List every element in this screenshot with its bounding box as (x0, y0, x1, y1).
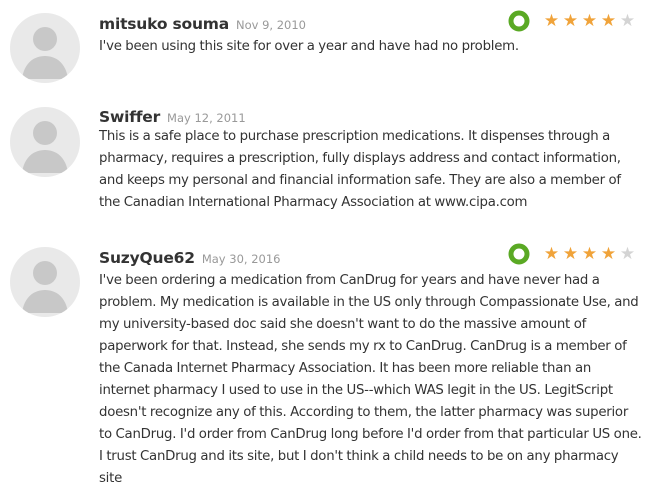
review-item: Swiffer May 12, 2011 This is a safe place… (0, 107, 655, 217)
review-item: SuzyQue62 May 30, 2016 I've been ordering… (0, 243, 655, 493)
star-icon: ★ (581, 244, 598, 264)
review-text: I've been using this site for over a yea… (99, 39, 519, 54)
review-author[interactable]: SuzyQue62 (99, 249, 195, 267)
star-icon: ★ (562, 244, 579, 264)
star-icon: ★ (600, 244, 617, 264)
review-text: This is a safe place to purchase prescri… (99, 129, 621, 210)
star-icon: ★ (619, 11, 636, 31)
review-rating: ★ ★ ★ ★ ★ (508, 243, 637, 265)
default-avatar-icon[interactable] (10, 107, 80, 177)
review-rating: ★ ★ ★ ★ ★ (508, 10, 637, 32)
star-icon: ★ (581, 11, 598, 31)
review-date: Nov 9, 2010 (236, 18, 306, 32)
star-icon: ★ (619, 244, 636, 264)
review-author[interactable]: mitsuko souma (99, 15, 229, 33)
star-icon: ★ (543, 11, 560, 31)
star-icon: ★ (562, 11, 579, 31)
star-icon: ★ (543, 244, 560, 264)
star-icon: ★ (600, 11, 617, 31)
review-date: May 12, 2011 (167, 111, 246, 125)
green-ring-icon (508, 243, 530, 265)
green-ring-icon (508, 10, 530, 32)
review-date: May 30, 2016 (201, 252, 281, 266)
default-avatar-icon[interactable] (10, 13, 80, 83)
review-author[interactable]: Swiffer (99, 108, 160, 126)
review-text: I've been ordering a medication from Can… (99, 273, 642, 486)
default-avatar-icon[interactable] (10, 247, 80, 317)
review-item: mitsuko souma Nov 9, 2010 I've been using… (0, 10, 655, 90)
